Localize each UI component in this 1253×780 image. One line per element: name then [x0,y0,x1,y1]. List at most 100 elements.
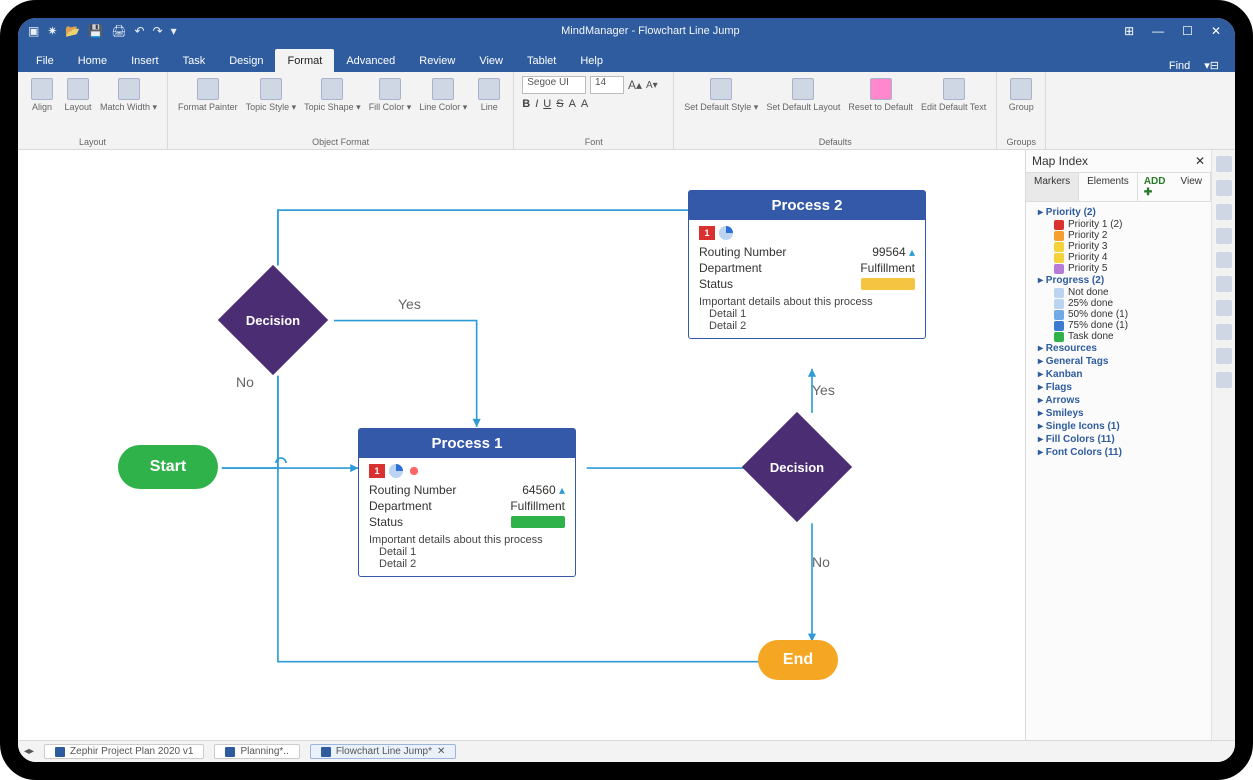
btn-group[interactable]: Group [1005,76,1037,114]
font-grow-icon[interactable]: A▴ [628,78,642,92]
rail-icon[interactable] [1216,372,1232,388]
btn-reset-default[interactable]: Reset to Default [846,76,915,115]
rail-icon[interactable] [1216,180,1232,196]
btn-fill-color[interactable]: Fill Color ▾ [367,76,414,115]
find-link[interactable]: Find [1169,60,1190,72]
font-name-select[interactable]: Segoe UI [522,76,586,94]
tab-task[interactable]: Task [171,49,218,72]
close-icon[interactable]: ✕ [1211,24,1221,38]
font-size-select[interactable]: 14 [590,76,624,94]
qat-save-icon[interactable]: 💾 [88,24,103,38]
font-shrink-icon[interactable]: A▾ [646,80,658,91]
btn-strike[interactable]: S [556,98,563,110]
tree-item[interactable]: 50% done (1) [1028,309,1209,320]
rail-icon[interactable] [1216,156,1232,172]
subtab-elements[interactable]: Elements [1079,173,1138,201]
btn-edit-default-text[interactable]: Edit Default Text [919,76,988,115]
rail-icon[interactable] [1216,228,1232,244]
btn-align[interactable]: Align [26,76,58,115]
tab-view[interactable]: View [467,49,515,72]
qat-redo-icon[interactable]: ↷ [153,24,163,38]
marker-tree[interactable]: ▸ Priority (2)Priority 1 (2)Priority 2Pr… [1026,202,1211,740]
tree-category[interactable]: ▸ Font Colors (11) [1028,446,1209,459]
btn-topic-style[interactable]: Topic Style ▾ [244,76,299,115]
subtab-markers[interactable]: Markers [1026,173,1079,201]
group-layout: Align Layout Match Width ▾ Layout [18,72,168,149]
tree-category[interactable]: ▸ Smileys [1028,407,1209,420]
doc-tab[interactable]: Planning*.. [214,744,299,759]
rail-icon[interactable] [1216,324,1232,340]
rail-icon[interactable] [1216,300,1232,316]
tree-category[interactable]: ▸ General Tags [1028,355,1209,368]
btn-font-color[interactable]: A [569,98,576,110]
btn-underline[interactable]: U [543,98,551,110]
collapse-icon[interactable]: ▴ [559,483,565,497]
btn-line[interactable]: Line [473,76,505,115]
rail-icon[interactable] [1216,348,1232,364]
tab-insert[interactable]: Insert [119,49,171,72]
tree-category[interactable]: ▸ Kanban [1028,368,1209,381]
btn-match-width[interactable]: Match Width ▾ [98,76,159,115]
tree-category[interactable]: ▸ Fill Colors (11) [1028,433,1209,446]
tree-item[interactable]: Priority 3 [1028,241,1209,252]
tab-home[interactable]: Home [66,49,119,72]
node-end[interactable]: End [758,640,838,680]
btn-italic[interactable]: I [535,98,538,110]
statusbar-handle-icon[interactable]: ◂▸ [24,746,34,757]
canvas[interactable]: Start End Decision Decision Yes No Yes N… [18,150,1025,740]
btn-topic-shape[interactable]: Topic Shape ▾ [302,76,363,115]
tab-design[interactable]: Design [217,49,275,72]
tab-help[interactable]: Help [568,49,615,72]
btn-set-default-style[interactable]: Set Default Style ▾ [682,76,760,115]
tree-item[interactable]: Priority 2 [1028,230,1209,241]
btn-view[interactable]: View [1173,173,1212,201]
ribbon-options-icon[interactable]: ▾⊟ [1204,59,1219,72]
qat-open-icon[interactable]: 📂 [65,24,80,38]
tree-category[interactable]: ▸ Single Icons (1) [1028,420,1209,433]
btn-layout[interactable]: Layout [62,76,94,115]
btn-set-default-layout[interactable]: Set Default Layout [764,76,842,115]
qat-print-icon[interactable]: 🖨 [111,24,126,38]
tree-category[interactable]: ▸ Arrows [1028,394,1209,407]
minimize-icon[interactable]: — [1152,24,1164,38]
rail-icon[interactable] [1216,276,1232,292]
rail-icon[interactable] [1216,204,1232,220]
help-icon[interactable]: ⊞ [1124,24,1134,38]
tab-review[interactable]: Review [407,49,467,72]
node-process-1[interactable]: Process 1 1 Routing Number64560 ▴ Depart… [358,428,576,577]
tree-item[interactable]: Task done [1028,331,1209,342]
rail-icon[interactable] [1216,252,1232,268]
node-decision-2[interactable]: Decision [742,412,852,522]
btn-bold[interactable]: B [522,98,530,110]
node-start[interactable]: Start [118,445,218,489]
close-tab-icon[interactable]: ✕ [437,746,445,757]
btn-format-painter[interactable]: Format Painter [176,76,240,115]
btn-line-color[interactable]: Line Color ▾ [417,76,469,115]
btn-add[interactable]: ADD ✚ [1138,173,1173,201]
tab-file[interactable]: File [24,49,66,72]
tree-item[interactable]: 75% done (1) [1028,320,1209,331]
tree-item[interactable]: 25% done [1028,298,1209,309]
panel-close-icon[interactable]: ✕ [1195,154,1205,168]
tree-category[interactable]: ▸ Flags [1028,381,1209,394]
tree-item[interactable]: Priority 1 (2) [1028,219,1209,230]
node-decision-1[interactable]: Decision [218,265,328,375]
tree-category[interactable]: ▸ Progress (2) [1028,274,1209,287]
tab-advanced[interactable]: Advanced [334,49,407,72]
tree-category[interactable]: ▸ Priority (2) [1028,206,1209,219]
node-process-2[interactable]: Process 2 1 Routing Number99564 ▴ Depart… [688,190,926,339]
qat-undo-icon[interactable]: ↶ [135,24,145,38]
collapse-icon[interactable]: ▴ [909,245,915,259]
tab-format[interactable]: Format [275,49,334,72]
app-icon[interactable]: ▣ [28,24,39,38]
tree-category[interactable]: ▸ Resources [1028,342,1209,355]
tree-item[interactable]: Priority 4 [1028,252,1209,263]
qat-new-icon[interactable]: ✷ [47,24,57,38]
doc-tab[interactable]: Zephir Project Plan 2020 v1 [44,744,204,759]
maximize-icon[interactable]: ☐ [1182,24,1193,38]
tree-item[interactable]: Priority 5 [1028,263,1209,274]
tab-tablet[interactable]: Tablet [515,49,568,72]
btn-highlight[interactable]: A [581,98,588,110]
tree-item[interactable]: Not done [1028,287,1209,298]
doc-tab-active[interactable]: Flowchart Line Jump* ✕ [310,744,457,759]
